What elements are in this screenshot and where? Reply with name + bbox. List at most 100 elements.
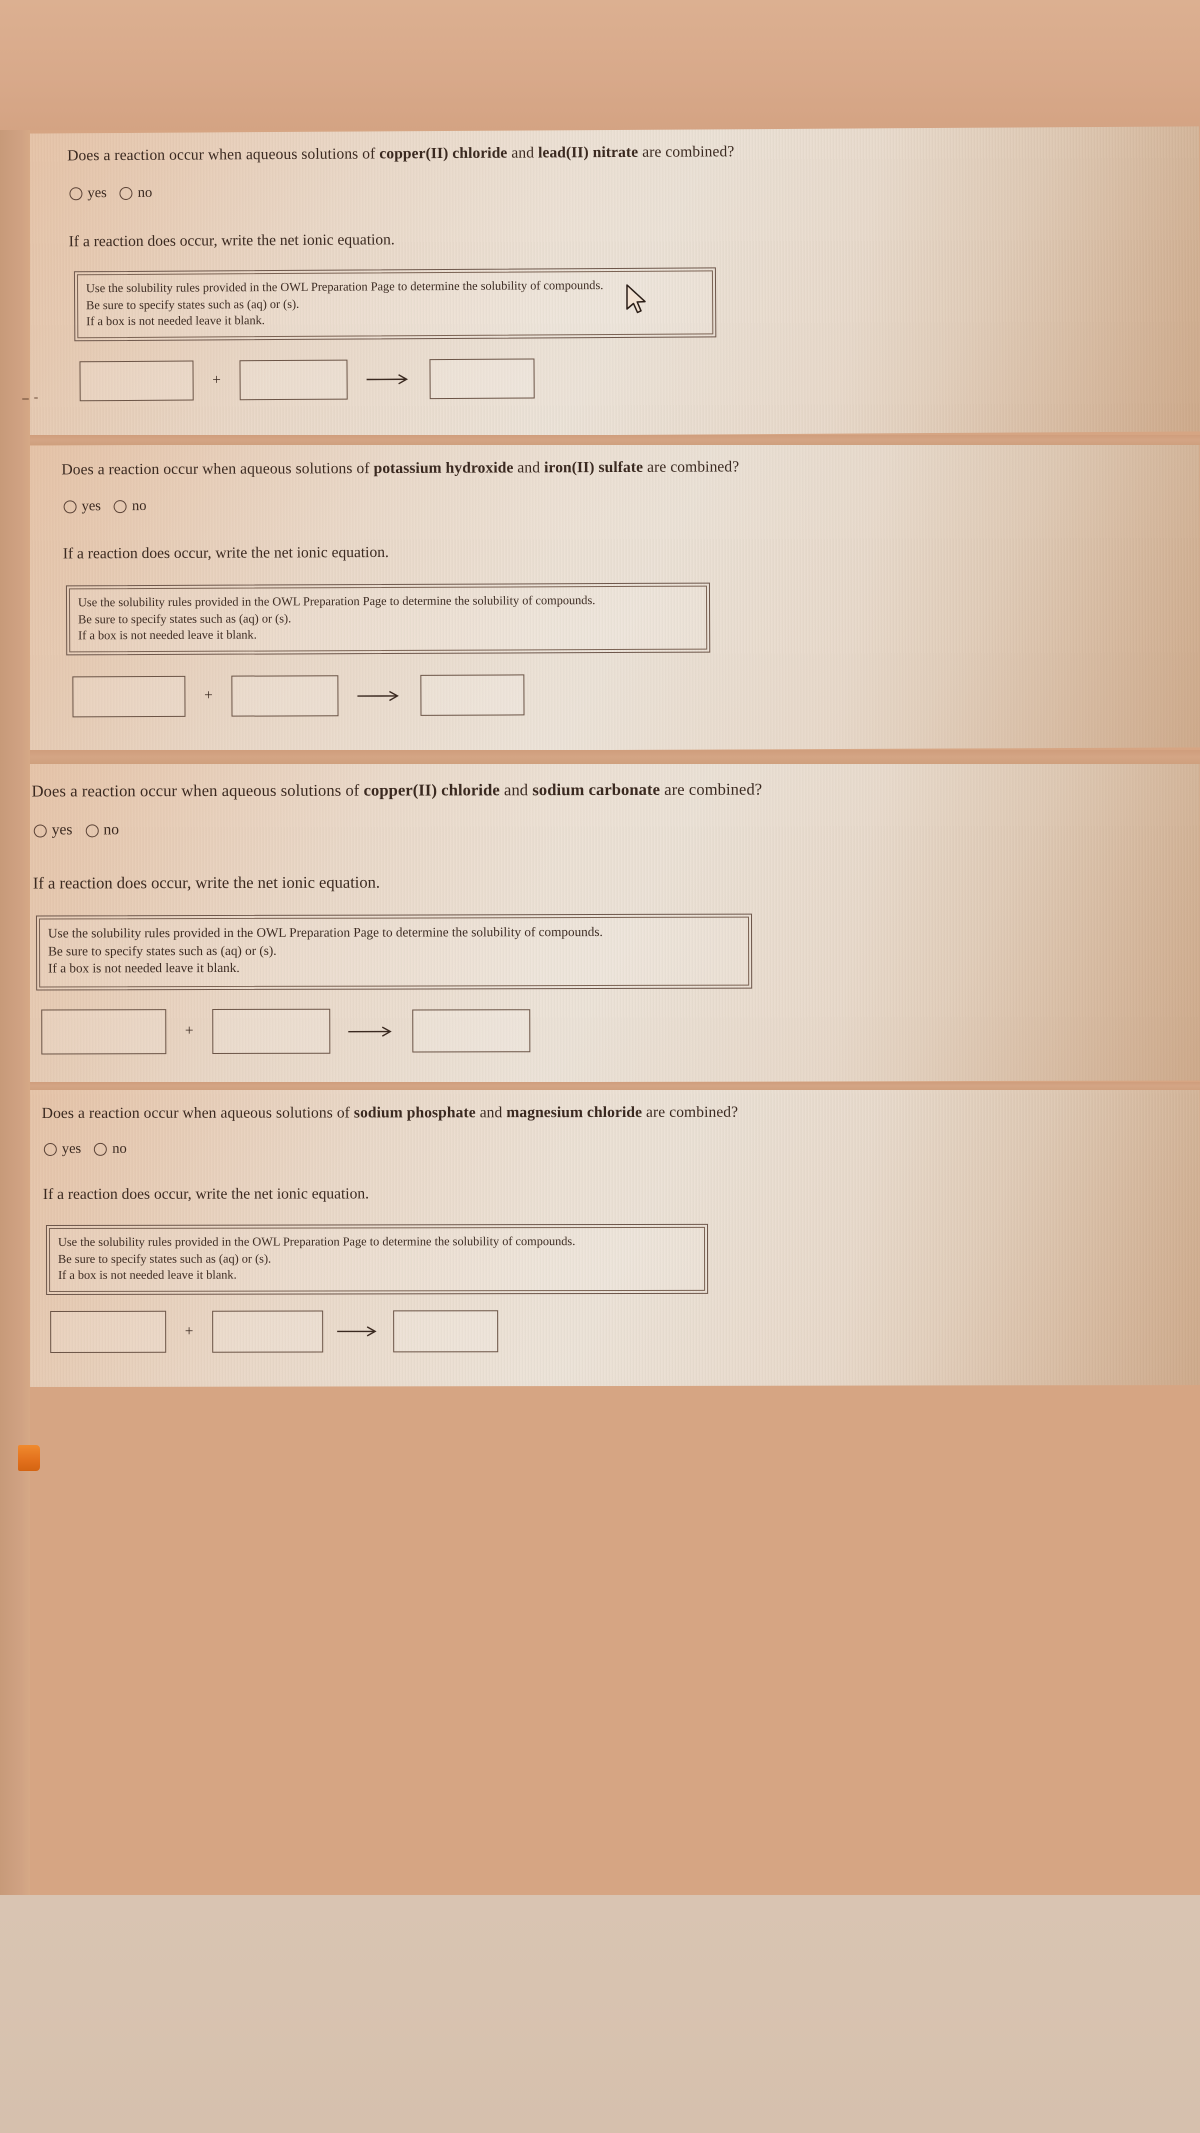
reactant-b: iron(II) sulfate: [544, 458, 644, 477]
question-text-3: Does a reaction occur when aqueous solut…: [32, 780, 763, 802]
arrow-right-icon: [337, 1326, 377, 1337]
instruction-note-inner: Use the solubility rules provided in the…: [48, 1226, 706, 1292]
left-edge-tick-1: [22, 398, 29, 400]
note-line-3: If a box is not needed leave it blank.: [78, 627, 257, 643]
equation-row-1: +: [79, 358, 535, 402]
note-line-3: If a box is not needed leave it blank.: [58, 1267, 237, 1282]
radio-no-button[interactable]: [113, 500, 127, 514]
question-suffix: are combined?: [638, 143, 735, 161]
equation-row-4: +: [50, 1310, 499, 1353]
plus-symbol: +: [204, 687, 213, 704]
answer-radio-group-1: yes no: [69, 185, 161, 203]
radio-yes-label[interactable]: yes: [82, 498, 101, 515]
arrow-right-icon: [357, 690, 399, 701]
panel-gap-2: [0, 750, 1200, 764]
orange-bookmark-indicator[interactable]: [18, 1445, 40, 1471]
instruction-note-1: Use the solubility rules provided in the…: [73, 267, 717, 342]
note-line-2: Be sure to specify states such as (aq) o…: [58, 1251, 272, 1266]
radio-yes-button[interactable]: [33, 823, 47, 837]
question-panel-4: Does a reaction occur when aqueous solut…: [15, 1086, 1200, 1388]
radio-yes-label[interactable]: yes: [52, 821, 73, 839]
answer-radio-group-2: yes no: [63, 498, 156, 515]
note-line-1: Use the solubility rules provided in the…: [48, 924, 603, 941]
equation-input-middle[interactable]: [239, 359, 348, 401]
question-text-1: Does a reaction occur when aqueous solut…: [67, 143, 734, 165]
note-line-1: Use the solubility rules provided in the…: [57, 1234, 576, 1249]
equation-input-left[interactable]: [41, 1009, 167, 1055]
equation-row-2: +: [72, 674, 525, 718]
question-prefix: Does a reaction occur when aqueous solut…: [41, 1104, 354, 1122]
radio-no-button[interactable]: [94, 1142, 108, 1156]
net-ionic-prompt-2: If a reaction does occur, write the net …: [62, 543, 389, 563]
net-ionic-prompt-4: If a reaction does occur, write the net …: [42, 1185, 369, 1203]
reactant-a: copper(II) chloride: [379, 144, 508, 163]
equation-input-middle[interactable]: [212, 1310, 324, 1353]
radio-yes-button[interactable]: [43, 1142, 57, 1156]
left-edge-tick-2: [34, 397, 38, 399]
question-prefix: Does a reaction occur when aqueous solut…: [31, 780, 364, 801]
instruction-note-3: Use the solubility rules provided in the…: [35, 913, 753, 991]
net-ionic-prompt-1: If a reaction does occur, write the net …: [68, 231, 395, 251]
photo-bottom-margin: [0, 1895, 1200, 2133]
equation-row-3: +: [41, 1008, 531, 1055]
instruction-note-2: Use the solubility rules provided in the…: [65, 582, 711, 656]
question-conjunction: and: [499, 780, 533, 800]
reactant-b: sodium carbonate: [532, 779, 661, 800]
equation-input-middle[interactable]: [212, 1008, 331, 1055]
question-panel-3: Does a reaction occur when aqueous solut…: [11, 760, 1200, 1084]
question-panel-1: Does a reaction occur when aqueous solut…: [21, 126, 1200, 439]
reaction-arrow-icon: [338, 689, 420, 701]
equation-input-left[interactable]: [79, 360, 194, 402]
note-line-2: Be sure to specify states such as (aq) o…: [48, 942, 277, 958]
instruction-note-inner: Use the solubility rules provided in the…: [38, 916, 750, 988]
arrow-right-icon: [348, 1025, 392, 1037]
plus-symbol: +: [184, 1323, 194, 1340]
plus-symbol: +: [185, 1023, 194, 1040]
reactant-a: potassium hydroxide: [373, 459, 514, 478]
equation-input-right[interactable]: [393, 1310, 499, 1353]
answer-radio-group-4: yes no: [43, 1141, 136, 1158]
radio-yes-label[interactable]: yes: [87, 185, 106, 202]
question-conjunction: and: [507, 144, 539, 162]
equation-input-right[interactable]: [429, 358, 535, 400]
equation-input-middle[interactable]: [231, 675, 339, 717]
note-line-3: If a box is not needed leave it blank.: [48, 959, 240, 976]
radio-no-label[interactable]: no: [112, 1141, 127, 1158]
radio-no-label[interactable]: no: [138, 185, 153, 202]
question-prefix: Does a reaction occur when aqueous solut…: [67, 145, 380, 165]
radio-yes-button[interactable]: [63, 500, 77, 514]
radio-no-label[interactable]: no: [132, 498, 147, 515]
panel-gap-3: [0, 1082, 1200, 1090]
note-line-3: If a box is not needed leave it blank.: [86, 313, 265, 329]
reactant-a: copper(II) chloride: [363, 780, 500, 800]
photo-top-margin: [0, 0, 1200, 130]
arrow-right-icon: [366, 374, 409, 385]
photo-left-margin: [0, 130, 30, 1895]
equation-input-left[interactable]: [72, 675, 186, 718]
radio-no-button[interactable]: [119, 186, 133, 200]
reaction-arrow-icon: [330, 1025, 412, 1037]
photographed-screen: Does a reaction occur when aqueous solut…: [0, 0, 1200, 2133]
question-prefix: Does a reaction occur when aqueous solut…: [61, 460, 374, 479]
equation-input-left[interactable]: [50, 1310, 167, 1353]
question-suffix: are combined?: [642, 1103, 739, 1121]
question-text-4: Does a reaction occur when aqueous solut…: [42, 1104, 738, 1123]
equation-input-right[interactable]: [412, 1009, 531, 1053]
reactant-a: sodium phosphate: [353, 1104, 476, 1122]
equation-input-right[interactable]: [420, 674, 525, 716]
radio-yes-label[interactable]: yes: [62, 1141, 81, 1158]
plus-symbol: +: [212, 371, 221, 388]
instruction-note-inner: Use the solubility rules provided in the…: [76, 270, 714, 339]
radio-yes-button[interactable]: [69, 187, 83, 201]
question-conjunction: and: [513, 459, 545, 477]
reaction-arrow-icon: [323, 1325, 393, 1337]
radio-no-label[interactable]: no: [103, 821, 119, 839]
reactant-b: magnesium chloride: [506, 1103, 643, 1122]
question-suffix: are combined?: [643, 458, 740, 476]
question-conjunction: and: [475, 1104, 507, 1122]
question-panel-2: Does a reaction occur when aqueous solut…: [23, 440, 1200, 753]
radio-no-button[interactable]: [85, 823, 99, 837]
question-text-2: Does a reaction occur when aqueous solut…: [61, 458, 739, 479]
instruction-note-inner: Use the solubility rules provided in the…: [68, 585, 708, 653]
panel-gap-1: [0, 435, 1200, 445]
